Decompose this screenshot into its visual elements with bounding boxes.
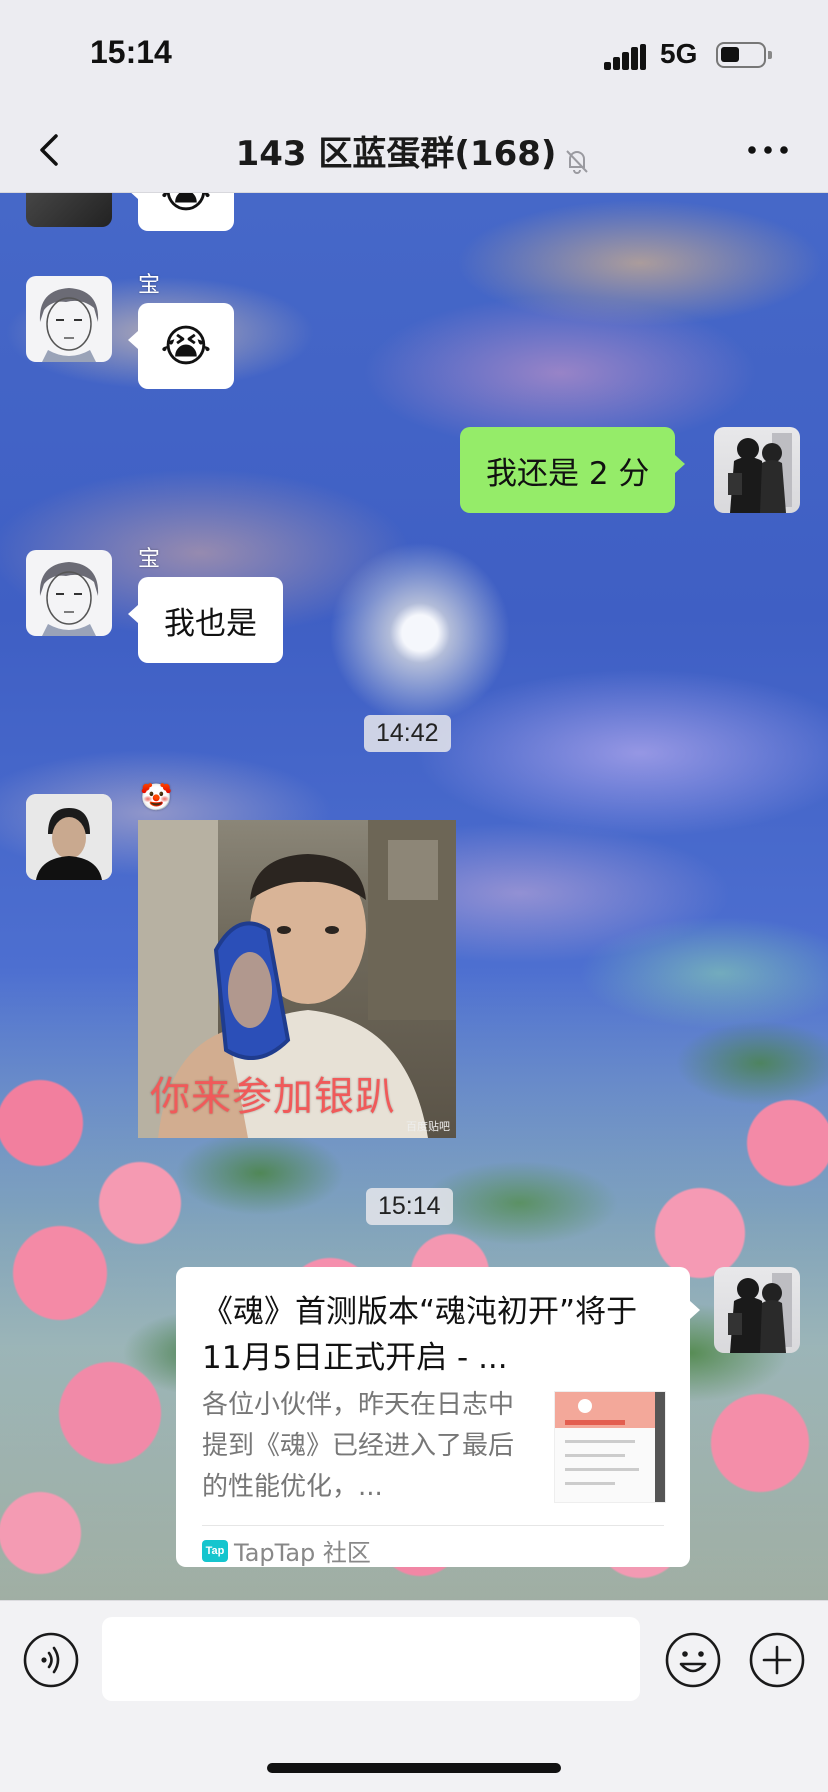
- sender-name: 宝: [138, 547, 161, 572]
- meme-image[interactable]: 你来参加银趴 百度贴吧: [138, 820, 456, 1138]
- meme-caption: 你来参加银趴: [150, 1074, 396, 1120]
- battery-icon: [716, 42, 772, 68]
- avatar-self[interactable]: [714, 1267, 800, 1353]
- message-bubble-emoji[interactable]: 😭: [128, 193, 234, 231]
- chat-title-area: 143 区蓝蛋群(168): [0, 126, 828, 176]
- cellular-signal-icon: [604, 44, 648, 70]
- link-card-description: 各位小伙伴，昨天在日志中提到《魂》已经进入了最后的性能优化，...: [202, 1390, 515, 1502]
- link-card-source-name: TapTap 社区: [234, 1539, 371, 1567]
- home-indicator[interactable]: [267, 1763, 561, 1773]
- ellipsis-icon[interactable]: [744, 136, 792, 164]
- message-text: 我还是 2 分: [486, 455, 650, 492]
- link-card-title: 《魂》首测版本“魂沌初开”将于 11月5日正式开启 - ...: [202, 1294, 638, 1376]
- sender-name: 宝: [138, 273, 161, 298]
- crying-emoji: 😭: [160, 320, 212, 372]
- message-bubble-emoji[interactable]: 😭: [128, 303, 234, 389]
- avatar-member-dark[interactable]: [26, 193, 112, 227]
- chat-title: 143 区蓝蛋群(168): [235, 134, 557, 174]
- network-type: 5G: [660, 38, 698, 69]
- avatar-bao[interactable]: [26, 276, 112, 362]
- person-photo-avatar-icon: [26, 794, 112, 880]
- message-list[interactable]: 😭 宝 😭 我还是 2 分: [0, 193, 828, 1600]
- link-card-thumbnail: [554, 1391, 666, 1503]
- bell-slash-icon: [566, 149, 589, 174]
- message-input-bar: [0, 1600, 828, 1792]
- taptap-logo-icon: Tap: [202, 1539, 228, 1562]
- message-input[interactable]: [102, 1617, 640, 1701]
- sender-name: 🤡: [140, 783, 173, 813]
- timestamp-separator: 14:42: [364, 715, 451, 752]
- message-text: 我也是: [164, 605, 257, 642]
- avatar-bao[interactable]: [26, 550, 112, 636]
- smiley-icon[interactable]: [664, 1631, 722, 1689]
- timestamp-separator: 15:14: [366, 1188, 453, 1225]
- anime-boy-avatar-icon: [39, 288, 99, 362]
- meme-watermark: 百度贴吧: [406, 1120, 450, 1133]
- plus-circle-icon[interactable]: [748, 1631, 806, 1689]
- app-screenshot-thumbnail-icon: [555, 1392, 665, 1502]
- link-card-divider: [202, 1525, 664, 1526]
- status-time: 15:14: [90, 34, 172, 70]
- anime-boy-avatar-icon: [39, 562, 99, 636]
- voice-icon[interactable]: [22, 1631, 80, 1689]
- avatar-member-photo[interactable]: [26, 794, 112, 880]
- message-bubble-self[interactable]: 我还是 2 分: [460, 427, 686, 513]
- link-card-source: Tap TapTap 社区: [202, 1533, 371, 1568]
- chat-header: 143 区蓝蛋群(168): [0, 108, 828, 193]
- status-bar: 15:14 5G: [0, 0, 828, 108]
- couple-silhouette-avatar-icon: [728, 433, 792, 513]
- crying-emoji: 😭: [160, 193, 211, 218]
- avatar-self[interactable]: [714, 427, 800, 513]
- link-card[interactable]: 《魂》首测版本“魂沌初开”将于 11月5日正式开启 - ... 各位小伙伴，昨天…: [176, 1267, 700, 1568]
- couple-silhouette-avatar-icon: [728, 1273, 792, 1353]
- message-bubble-other[interactable]: 我也是: [128, 577, 283, 663]
